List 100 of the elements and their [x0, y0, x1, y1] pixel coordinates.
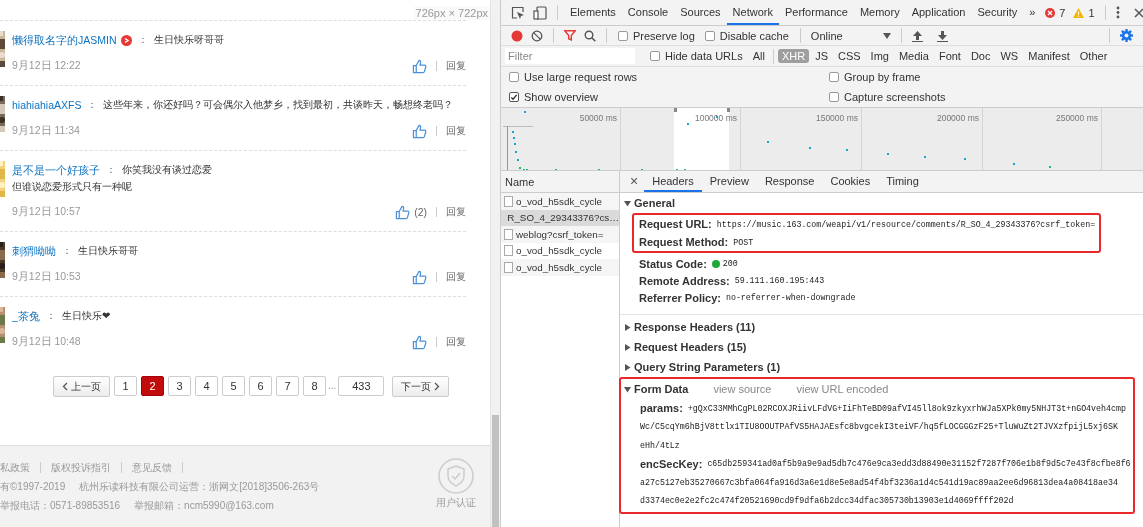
comment-text: 生日快乐哥哥: [78, 244, 138, 258]
page-button[interactable]: 3: [168, 376, 191, 396]
page-button[interactable]: 8: [303, 376, 326, 396]
type-filter[interactable]: Img: [866, 49, 893, 63]
tab[interactable]: Security: [971, 0, 1024, 25]
close-button[interactable]: ×: [624, 171, 645, 192]
type-filter[interactable]: Font: [934, 49, 965, 63]
filter-field[interactable]: Filter: [505, 48, 635, 64]
expanded-triangle-icon[interactable]: [624, 199, 631, 207]
error-count[interactable]: 7: [1059, 6, 1066, 19]
section-title[interactable]: Request Headers (15): [634, 341, 747, 353]
record-button[interactable]: [511, 29, 523, 42]
checkbox[interactable]: Capture screenshots: [829, 91, 1138, 103]
username-link[interactable]: _茶兔: [12, 307, 40, 325]
type-filter[interactable]: Doc: [966, 49, 995, 63]
field-value: +gQxC33MMhCgPL02RCOXJRiivLFdVG+IiFhTeBD09afVI45ll8ok9zkyxrhWJa5XPk0my5NHJT3t+nGO4veh4cmp: [687, 403, 1126, 413]
next-page-button[interactable]: 下一页: [392, 376, 450, 397]
error-icon[interactable]: [1045, 7, 1056, 18]
column-header[interactable]: Name: [501, 171, 619, 193]
type-filter[interactable]: WS: [996, 49, 1023, 63]
tab[interactable]: Memory: [853, 0, 906, 25]
more-tabs-button[interactable]: »: [1023, 0, 1042, 25]
checkbox[interactable]: Group by frame: [829, 71, 1138, 83]
thumbs-up-icon[interactable]: [412, 269, 427, 285]
reply-link[interactable]: 回复: [446, 59, 466, 73]
ellipsis: ...: [328, 379, 337, 393]
username-link[interactable]: 懒得取名字的JASMIN: [12, 31, 117, 49]
previous-page-button[interactable]: 上一页: [53, 376, 110, 397]
warning-count[interactable]: 1: [1088, 6, 1095, 19]
tab[interactable]: Response: [756, 171, 823, 192]
page-button[interactable]: 5: [222, 376, 245, 396]
clear-icon[interactable]: [531, 29, 543, 42]
type-filter[interactable]: JS: [811, 49, 832, 63]
upload-icon[interactable]: [911, 29, 923, 42]
tab[interactable]: Console: [621, 0, 675, 25]
tab[interactable]: Application: [905, 0, 972, 25]
page-button[interactable]: 7: [276, 376, 299, 396]
chevron-right-icon: [434, 382, 441, 391]
thumbs-up-icon[interactable]: [412, 123, 427, 139]
checkbox[interactable]: Use large request rows: [509, 71, 819, 83]
tab[interactable]: Preview: [701, 171, 757, 192]
tab[interactable]: Cookies: [822, 171, 879, 192]
comment-date: 9月12日 11:34: [12, 124, 81, 138]
checkbox[interactable]: Hide data URLs: [650, 50, 743, 62]
tab[interactable]: Headers: [644, 171, 702, 192]
tab[interactable]: Elements: [564, 0, 622, 25]
settings-icon[interactable]: [1120, 29, 1133, 42]
type-filter[interactable]: All: [748, 49, 769, 63]
checkbox[interactable]: Preserve log: [618, 29, 695, 42]
tab[interactable]: Network: [726, 0, 779, 25]
type-filter[interactable]: Manifest: [1024, 49, 1074, 63]
section-title[interactable]: Form Data: [634, 383, 689, 395]
collapsed-triangle-icon[interactable]: [624, 323, 631, 331]
request-row[interactable]: o_vod_h5sdk_cycle: [501, 242, 619, 259]
collapsed-triangle-icon[interactable]: [624, 343, 631, 351]
page-button[interactable]: 1: [114, 376, 137, 396]
device-icon[interactable]: [533, 5, 547, 20]
collapsed-triangle-icon[interactable]: [624, 363, 631, 371]
reply-link[interactable]: 回复: [446, 205, 466, 219]
checkbox[interactable]: Disable cache: [704, 29, 789, 42]
checkbox[interactable]: Show overview: [509, 91, 819, 103]
throttling-dropdown[interactable]: Online: [806, 27, 895, 44]
reply-link[interactable]: 回复: [446, 124, 466, 138]
tick-label: 100000 ms: [694, 113, 737, 123]
request-row[interactable]: o_vod_h5sdk_cycle: [501, 193, 619, 210]
inspect-icon[interactable]: [511, 5, 525, 20]
type-filter[interactable]: Media: [894, 49, 933, 63]
type-filter[interactable]: CSS: [833, 49, 865, 63]
thumbs-up-icon[interactable]: [412, 334, 427, 350]
username-link[interactable]: hiahiahiaAXFS: [12, 96, 82, 114]
close-icon[interactable]: [1133, 7, 1143, 18]
page-button[interactable]: 433: [338, 376, 385, 396]
expanded-triangle-icon[interactable]: [624, 385, 631, 393]
page-button[interactable]: 2: [141, 376, 164, 396]
request-row[interactable]: weblog?csrf_token=: [501, 226, 619, 243]
colon: ：: [106, 163, 116, 177]
thumbs-up-icon[interactable]: [412, 58, 427, 74]
section-title[interactable]: General: [634, 197, 675, 209]
field-value: d3374ec0e2e2fc2c474f20521690cd9f9dfa6b2dcc34dfac305730b13903e1d4069ffff202d: [640, 496, 1014, 506]
username-link[interactable]: 是不是一个好孩子: [12, 161, 100, 179]
page-button[interactable]: 6: [249, 376, 272, 396]
view-link[interactable]: view URL encoded: [796, 383, 889, 395]
filter-icon[interactable]: [564, 30, 576, 41]
tab[interactable]: Timing: [878, 171, 927, 192]
reply-link[interactable]: 回复: [446, 335, 466, 349]
thumbs-up-icon[interactable]: [395, 204, 411, 220]
type-filter[interactable]: Other: [1075, 49, 1112, 63]
page-button[interactable]: 4: [195, 376, 218, 396]
section-title[interactable]: Response Headers (11): [634, 321, 756, 333]
username-link[interactable]: 刺猬呦呦: [12, 242, 56, 260]
section-title[interactable]: Query String Parameters (1): [634, 361, 781, 373]
reply-link[interactable]: 回复: [446, 270, 466, 284]
view-link[interactable]: view source: [713, 383, 772, 395]
download-icon[interactable]: [936, 29, 948, 42]
search-icon[interactable]: [584, 29, 596, 42]
tab[interactable]: Performance: [778, 0, 854, 25]
kebab-menu-icon[interactable]: [1115, 6, 1120, 19]
scrollbar[interactable]: [490, 0, 500, 527]
tab[interactable]: Sources: [674, 0, 727, 25]
request-row[interactable]: o_vod_h5sdk_cycle: [501, 259, 619, 276]
